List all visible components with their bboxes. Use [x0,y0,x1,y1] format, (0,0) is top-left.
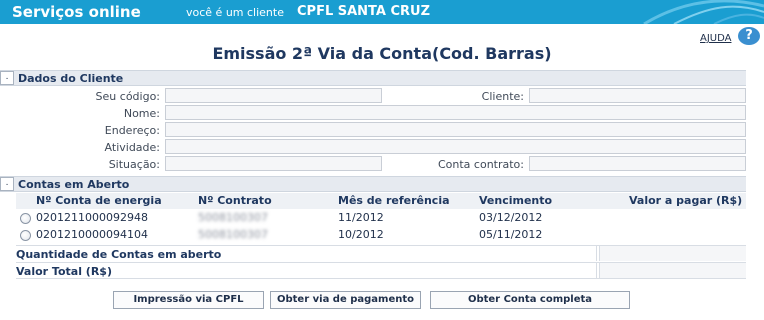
brand-swoosh-icon [643,0,764,24]
help-link[interactable]: AJUDA [700,33,731,44]
total-label: Valor Total (R$) [16,265,112,278]
quantity-label: Quantidade de Contas em aberto [16,248,222,261]
situacao-field[interactable] [165,156,382,171]
print-via-cpfl-button[interactable]: Impressão via CPFL [113,291,264,309]
contrato-cell: 5008100307 [198,228,268,241]
column-header-conta: Nº Conta de energia [36,194,162,207]
get-full-bill-button[interactable]: Obter Conta completa [430,291,630,309]
codigo-label: Seu código: [95,90,160,103]
section-toggle[interactable]: . [0,177,14,191]
section-toggle[interactable]: . [0,71,14,85]
column-header-mes: Mês de referência [338,194,450,207]
contrato-cell: 5008100307 [198,211,268,224]
atividade-label: Atividade: [104,141,160,154]
mes-cell: 10/2012 [338,228,384,241]
page-title: Emissão 2ª Via da Conta(Cod. Barras) [212,44,552,63]
nome-field[interactable] [165,105,746,120]
total-value [599,263,746,278]
conta-contrato-field[interactable] [529,156,746,171]
cliente-label: Cliente: [481,90,524,103]
client-company-name: CPFL SANTA CRUZ [297,4,431,19]
select-row-radio[interactable] [20,213,31,224]
quantity-value [599,246,746,261]
situacao-label: Situação: [108,158,160,171]
column-header-vencimento: Vencimento [479,194,553,207]
vencimento-cell: 05/11/2012 [479,228,543,241]
summary-divider [596,246,597,261]
atividade-field[interactable] [165,139,746,154]
select-row-radio[interactable] [20,230,31,241]
quantity-summary-row: Quantidade de Contas em aberto [16,245,746,261]
cliente-field[interactable] [529,88,746,103]
endereco-label: Endereço: [104,124,160,137]
open-accounts-section-header: . Contas em Aberto [0,176,746,192]
total-summary-row: Valor Total (R$) [16,262,746,279]
client-prefix-text: você é um cliente [186,6,284,19]
client-data-section-header: . Dados do Cliente [0,70,746,86]
open-accounts-section-title: Contas em Aberto [18,178,130,191]
top-header-bar: Serviços online você é um cliente CPFL S… [0,0,764,24]
vencimento-cell: 03/12/2012 [479,211,543,224]
question-icon[interactable]: ? [738,27,760,45]
client-section-title: Dados do Cliente [18,72,124,85]
summary-divider [596,263,597,278]
conta-cell: 0201210000094104 [36,228,148,241]
app-title: Serviços online [12,3,141,21]
column-header-valor: Valor a pagar (R$) [629,194,743,207]
conta-contrato-label: Conta contrato: [437,158,524,171]
mes-cell: 11/2012 [338,211,384,224]
nome-label: Nome: [123,107,160,120]
column-header-contrato: Nº Contrato [198,194,272,207]
get-payment-copy-button[interactable]: Obter via de pagamento [270,291,421,309]
endereco-field[interactable] [165,122,746,137]
codigo-field[interactable] [165,88,382,103]
conta-cell: 0201211000092948 [36,211,148,224]
